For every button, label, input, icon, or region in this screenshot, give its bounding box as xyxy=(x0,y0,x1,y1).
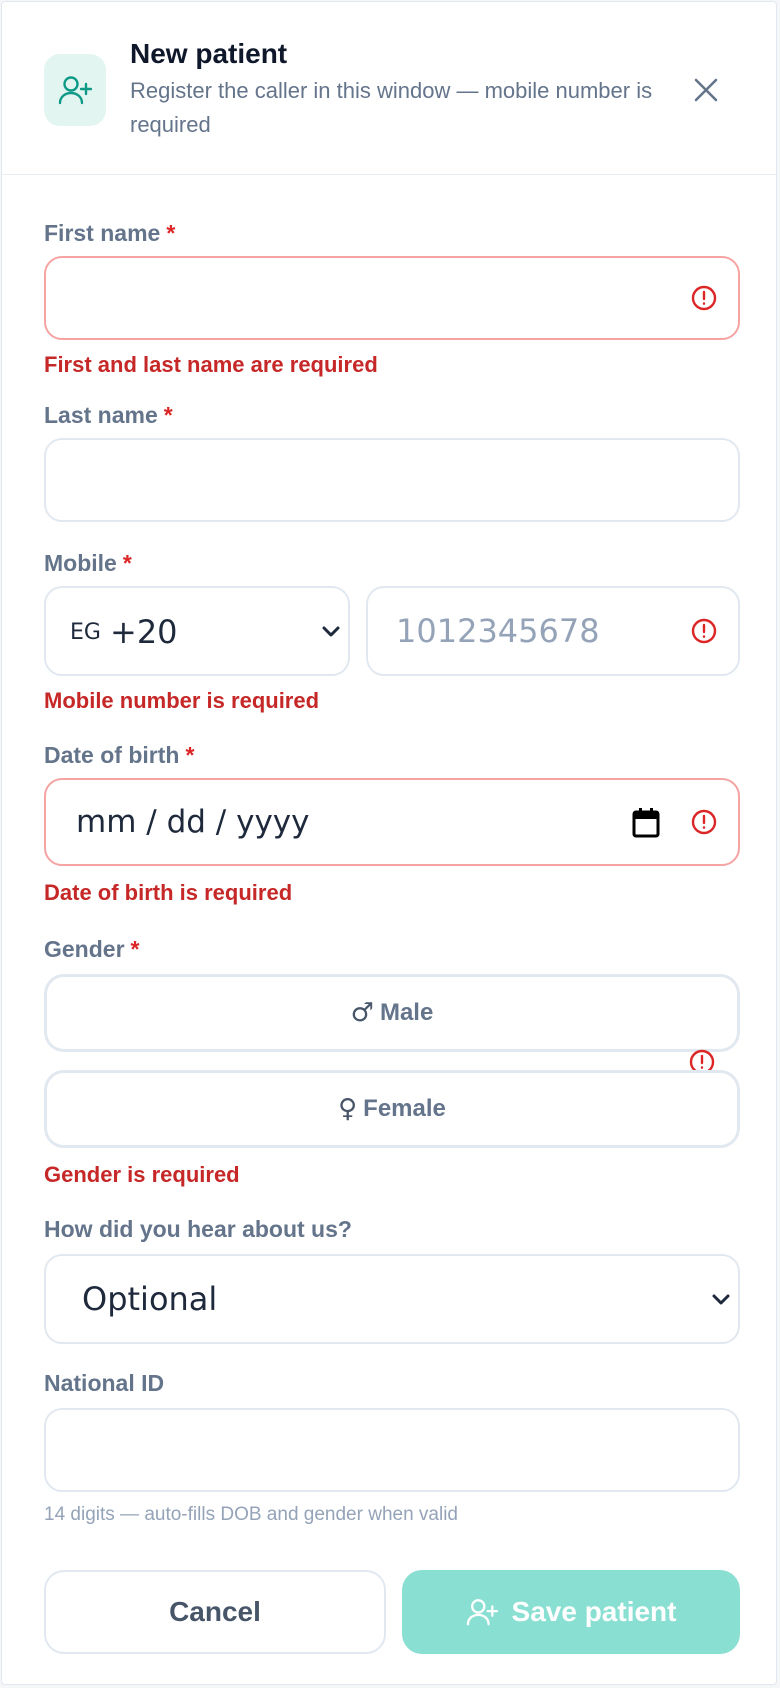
chevron-down-icon xyxy=(712,1294,730,1305)
referral-select[interactable]: Optional xyxy=(44,1254,740,1344)
referral-selected: Optional xyxy=(82,1280,218,1318)
gender-error: Gender is required xyxy=(44,1162,240,1187)
user-plus-icon xyxy=(466,1599,498,1626)
close-icon xyxy=(694,78,718,102)
first-name-input[interactable] xyxy=(44,256,740,340)
calendar-icon[interactable] xyxy=(632,808,660,838)
gender-male-label: Male xyxy=(379,999,434,1026)
dob-label: Date of birth * xyxy=(44,742,195,768)
dob-placeholder: mm / dd / yyyy xyxy=(76,804,310,840)
first-name-error: First and last name are required xyxy=(44,352,378,377)
last-name-input[interactable] xyxy=(44,438,740,522)
dob-error: Date of birth is required xyxy=(44,880,293,905)
last-name-label: Last name * xyxy=(44,402,173,428)
cancel-button[interactable]: Cancel xyxy=(44,1570,386,1654)
gender-female-button[interactable]: ♀ Female xyxy=(44,1070,740,1148)
gender-female-label: Female xyxy=(363,1095,446,1122)
national-id-input[interactable] xyxy=(44,1408,740,1492)
close-button[interactable] xyxy=(688,72,724,108)
error-icon xyxy=(691,809,717,835)
dialog-header: New patient Register the caller in this … xyxy=(2,2,776,175)
save-patient-button[interactable]: Save patient xyxy=(402,1570,740,1654)
male-icon: ♂ xyxy=(350,998,374,1028)
user-plus-icon xyxy=(44,54,106,126)
mobile-label: Mobile * xyxy=(44,550,132,576)
gender-label: Gender * xyxy=(44,936,140,962)
dialog-title: New patient xyxy=(130,38,288,69)
error-icon xyxy=(691,285,717,311)
chevron-down-icon xyxy=(322,626,340,637)
mobile-placeholder: 1012345678 xyxy=(396,612,600,650)
referral-label: How did you hear about us? xyxy=(44,1216,352,1242)
female-icon: ♀ xyxy=(338,1094,358,1124)
dob-input[interactable]: mm / dd / yyyy xyxy=(44,778,740,866)
dialog-subtitle: Register the caller in this window — mob… xyxy=(130,78,653,137)
dial-code: +20 xyxy=(110,613,178,651)
mobile-number-input[interactable]: 1012345678 xyxy=(366,586,740,676)
new-patient-dialog: New patient Register the caller in this … xyxy=(1,1,777,1685)
national-id-label: National ID xyxy=(44,1370,165,1396)
national-id-hint: 14 digits — auto-fills DOB and gender wh… xyxy=(44,1504,459,1525)
first-name-label: First name * xyxy=(44,220,176,246)
error-icon xyxy=(691,618,717,644)
gender-male-button[interactable]: ♂ Male xyxy=(44,974,740,1052)
mobile-error: Mobile number is required xyxy=(44,688,320,713)
country-code-select[interactable]: EG +20 xyxy=(44,586,350,676)
country-code: EG xyxy=(70,620,101,645)
save-patient-label: Save patient xyxy=(511,1596,677,1627)
